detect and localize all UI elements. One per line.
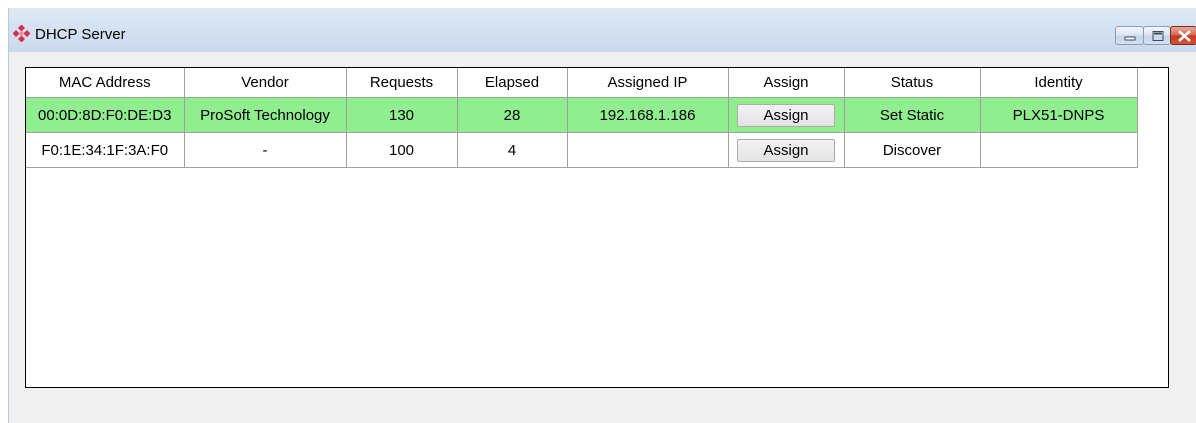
mac-address-cell[interactable]: F0:1E:34:1F:3A:F0 — [26, 132, 185, 168]
close-icon — [1178, 30, 1191, 42]
dhcp-clients-grid[interactable]: MAC Address Vendor Requests Elapsed Assi… — [25, 67, 1169, 388]
identity-cell[interactable]: PLX51-DNPS — [980, 97, 1138, 133]
status-cell[interactable]: Discover — [844, 132, 981, 168]
column-header-identity[interactable]: Identity — [980, 68, 1138, 98]
table-header-row: MAC Address Vendor Requests Elapsed Assi… — [26, 68, 1138, 98]
requests-cell[interactable]: 130 — [346, 97, 458, 133]
vendor-cell[interactable]: ProSoft Technology — [184, 97, 347, 133]
close-button[interactable] — [1170, 26, 1196, 45]
column-header-vendor[interactable]: Vendor — [184, 68, 347, 98]
status-cell[interactable]: Set Static — [844, 97, 981, 133]
requests-cell[interactable]: 100 — [346, 132, 458, 168]
assigned-ip-cell[interactable] — [567, 132, 729, 168]
red-diamond-cluster-icon — [13, 25, 30, 42]
assign-button[interactable]: Assign — [737, 103, 835, 127]
identity-cell[interactable] — [980, 132, 1138, 168]
column-header-status[interactable]: Status — [844, 68, 981, 98]
column-header-assign[interactable]: Assign — [728, 68, 845, 98]
column-header-mac-address[interactable]: MAC Address — [26, 68, 185, 98]
window-title: DHCP Server — [35, 26, 126, 43]
column-header-requests[interactable]: Requests — [346, 68, 458, 98]
minimize-button[interactable] — [1115, 26, 1144, 45]
assigned-ip-cell[interactable]: 192.168.1.186 — [567, 97, 729, 133]
elapsed-cell[interactable]: 28 — [457, 97, 568, 133]
assign-cell: Assign — [728, 97, 845, 133]
maximize-button[interactable] — [1143, 26, 1171, 45]
clients-table: MAC Address Vendor Requests Elapsed Assi… — [26, 68, 1138, 168]
elapsed-cell[interactable]: 4 — [457, 132, 568, 168]
assign-button[interactable]: Assign — [737, 138, 835, 162]
table-row[interactable]: 00:0D:8D:F0:DE:D3 ProSoft Technology 130… — [26, 97, 1138, 133]
column-header-assigned-ip[interactable]: Assigned IP — [567, 68, 729, 98]
table-row[interactable]: F0:1E:34:1F:3A:F0 - 100 4 Assign Discove… — [26, 132, 1138, 168]
dhcp-server-window: DHCP Server MAC Address Vendor Requests … — [8, 8, 1196, 423]
column-header-elapsed[interactable]: Elapsed — [457, 68, 568, 98]
vendor-cell[interactable]: - — [184, 132, 347, 168]
minimize-icon — [1124, 36, 1136, 41]
assign-cell: Assign — [728, 132, 845, 168]
title-bar[interactable]: DHCP Server — [9, 8, 1196, 52]
mac-address-cell[interactable]: 00:0D:8D:F0:DE:D3 — [26, 97, 185, 133]
maximize-icon — [1152, 31, 1164, 41]
